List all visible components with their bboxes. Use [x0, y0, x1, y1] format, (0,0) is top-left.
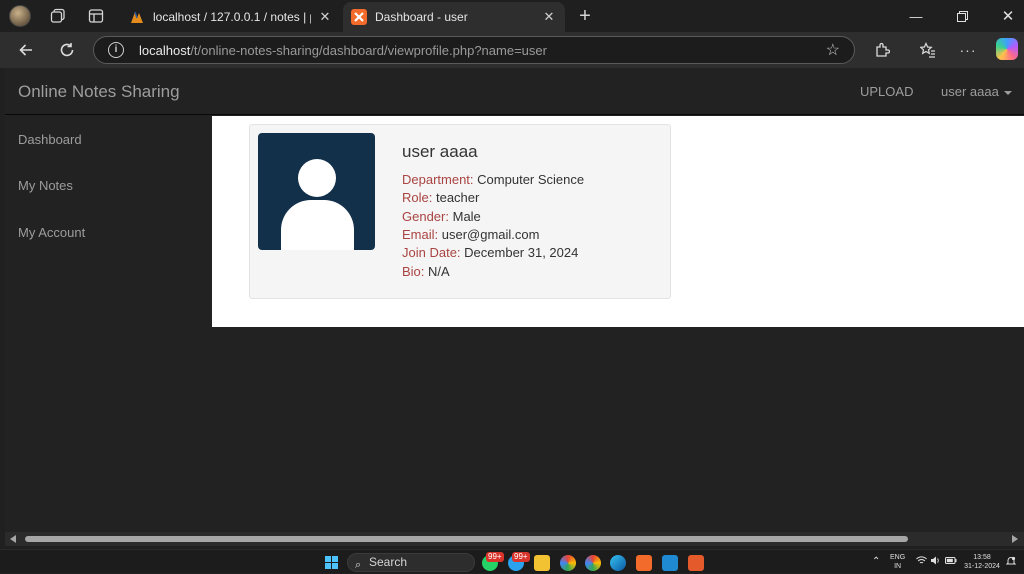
scroll-left-icon[interactable]: [10, 535, 16, 543]
refresh-icon[interactable]: [55, 38, 79, 62]
whatsapp-icon[interactable]: 99+: [482, 552, 504, 571]
web-page: Online Notes Sharing UPLOAD user aaaa Da…: [5, 68, 1024, 532]
language-indicator[interactable]: ENG IN: [890, 553, 905, 571]
scrollbar-thumb[interactable]: [25, 536, 908, 542]
profile-field-join-date: Join Date: December 31, 2024: [402, 245, 579, 260]
windows-taskbar: ⌕ Search 99+ 99+ ⌃ ENG IN 13:58 31-12-2024: [0, 549, 1024, 573]
new-tab-icon[interactable]: +: [573, 4, 597, 28]
avatar-head: [298, 159, 336, 197]
chrome-profile-icon[interactable]: [585, 555, 601, 571]
address-url[interactable]: localhost/t/online-notes-sharing/dashboa…: [139, 43, 547, 58]
back-icon[interactable]: [14, 38, 38, 62]
browser-profile-avatar[interactable]: [9, 5, 31, 27]
notifications-bell-icon[interactable]: [1005, 556, 1017, 569]
profile-card: user aaaa Department: Computer Science R…: [249, 124, 671, 299]
profile-field-department: Department: Computer Science: [402, 172, 585, 187]
browser-tab-strip: localhost / 127.0.0.1 / notes | php ✕ Da…: [0, 0, 1024, 32]
sidebar-item-dashboard[interactable]: Dashboard: [18, 132, 82, 147]
site-brand[interactable]: Online Notes Sharing: [18, 82, 180, 102]
upload-link[interactable]: UPLOAD: [860, 84, 913, 99]
tab-dashboard[interactable]: Dashboard - user ✕: [343, 2, 565, 32]
tab-title: Dashboard - user: [375, 10, 468, 24]
xampp-icon[interactable]: [636, 555, 652, 571]
tab-phpmyadmin[interactable]: localhost / 127.0.0.1 / notes | php ✕: [121, 2, 341, 32]
favorite-star-icon[interactable]: ☆: [826, 40, 840, 60]
tab-close-icon[interactable]: ✕: [541, 9, 557, 25]
profile-field-role: Role: teacher: [402, 190, 480, 205]
profile-field-gender: Gender: Male: [402, 209, 481, 224]
file-explorer-icon[interactable]: [534, 555, 550, 571]
restore-icon[interactable]: [939, 0, 985, 32]
edge-icon[interactable]: [610, 555, 626, 571]
messenger-icon[interactable]: 99+: [508, 552, 530, 571]
notification-badge: 99+: [512, 552, 530, 562]
close-window-icon[interactable]: ✕: [985, 0, 1024, 32]
xampp-favicon-icon: [351, 9, 367, 25]
avatar-body: [281, 200, 354, 250]
battery-icon[interactable]: [945, 556, 957, 568]
vertical-tabs-icon[interactable]: [84, 4, 108, 28]
extensions-icon[interactable]: [870, 38, 894, 62]
taskbar-search[interactable]: ⌕ Search: [347, 553, 475, 572]
profile-field-email: Email: user@gmail.com: [402, 227, 540, 242]
favorites-icon[interactable]: [916, 38, 940, 62]
vscode-icon[interactable]: [662, 555, 678, 571]
user-menu-label: user aaaa: [941, 84, 999, 99]
more-options-icon[interactable]: ···: [956, 38, 980, 62]
volume-icon[interactable]: [930, 556, 941, 568]
chrome-icon[interactable]: [560, 555, 576, 571]
start-button-icon[interactable]: [325, 556, 338, 569]
tab-title: localhost / 127.0.0.1 / notes | php: [153, 10, 311, 24]
browser-toolbar: i localhost/t/online-notes-sharing/dashb…: [0, 32, 1024, 68]
user-menu-dropdown[interactable]: user aaaa: [941, 84, 1012, 99]
notification-badge: 99+: [486, 552, 504, 562]
address-bar[interactable]: i localhost/t/online-notes-sharing/dashb…: [93, 36, 855, 64]
sidebar: Dashboard My Notes My Account: [5, 116, 212, 532]
clock[interactable]: 13:58 31-12-2024: [962, 553, 1002, 571]
sidebar-item-my-account[interactable]: My Account: [18, 225, 85, 240]
copilot-icon[interactable]: [996, 38, 1018, 60]
profile-name: user aaaa: [402, 142, 478, 161]
profile-field-bio: Bio: N/A: [402, 264, 450, 279]
taskbar-app-icon[interactable]: [688, 555, 704, 571]
horizontal-scrollbar[interactable]: [5, 532, 1024, 546]
wifi-icon[interactable]: [916, 556, 927, 568]
minimize-icon[interactable]: —: [893, 0, 939, 32]
site-info-icon[interactable]: i: [108, 42, 124, 58]
chevron-up-icon[interactable]: ⌃: [872, 556, 880, 567]
sidebar-item-my-notes[interactable]: My Notes: [18, 178, 73, 193]
search-icon: ⌕: [355, 559, 362, 571]
tab-close-icon[interactable]: ✕: [317, 9, 333, 25]
top-navbar: Online Notes Sharing UPLOAD user aaaa: [5, 68, 1024, 115]
scroll-right-icon[interactable]: [1012, 535, 1018, 543]
caret-down-icon: [1003, 90, 1012, 95]
workspaces-icon[interactable]: [46, 4, 70, 28]
profile-avatar-image: [258, 133, 375, 250]
phpmyadmin-favicon-icon: [131, 11, 143, 23]
main-content: user aaaa Department: Computer Science R…: [212, 116, 1024, 327]
